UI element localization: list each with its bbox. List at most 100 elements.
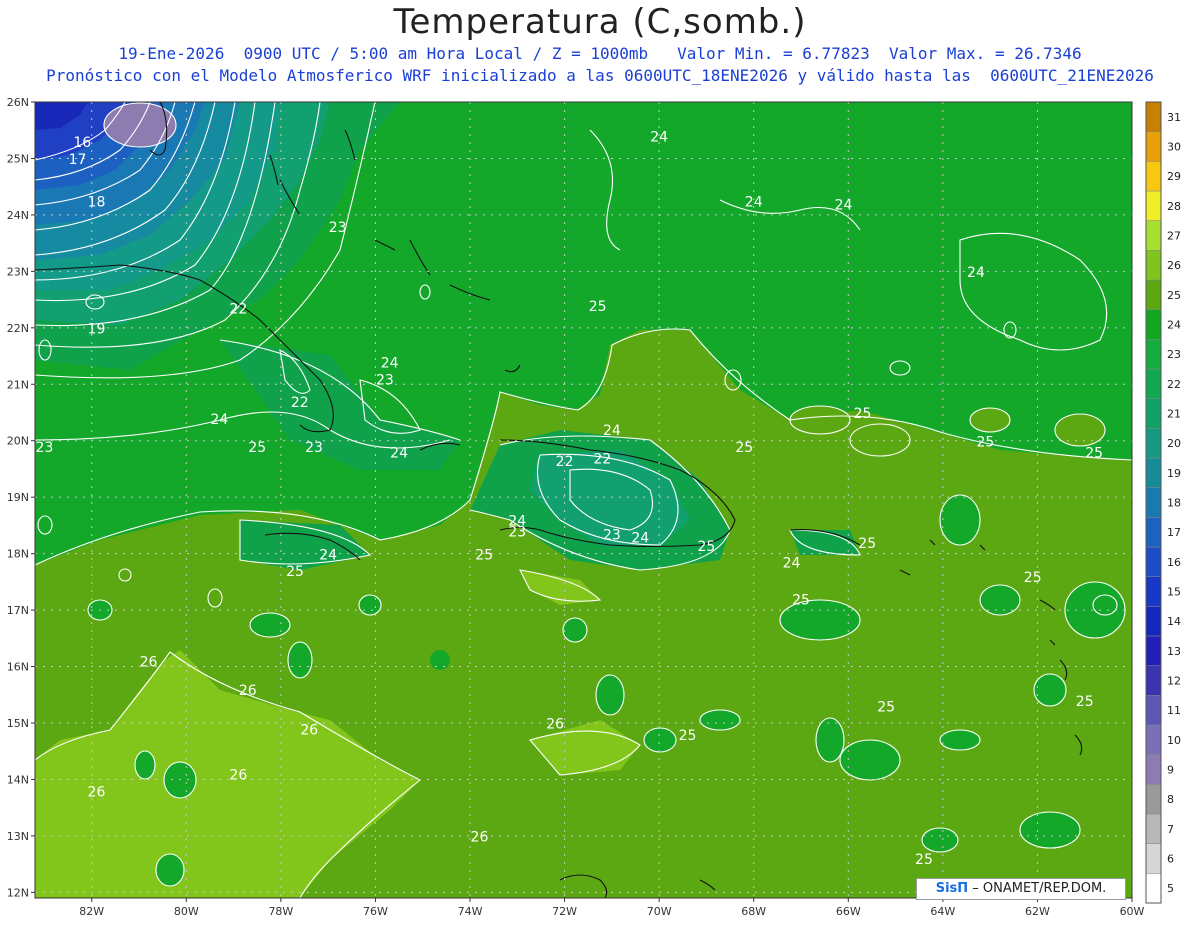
colorbar-label: 5 bbox=[1167, 882, 1174, 895]
contour-label: 24 bbox=[631, 530, 649, 546]
contour-label: 25 bbox=[977, 434, 995, 450]
lat-tick-label: 16N bbox=[7, 661, 29, 674]
colorbar-swatch bbox=[1145, 131, 1162, 162]
contour-label: 24 bbox=[967, 265, 985, 281]
colorbar-label: 19 bbox=[1167, 467, 1181, 480]
colorbar-swatch bbox=[1145, 695, 1162, 726]
colorbar-swatch bbox=[1145, 813, 1162, 844]
colorbar-swatch bbox=[1145, 428, 1162, 459]
lat-tick-label: 24N bbox=[7, 209, 29, 222]
lon-tick-label: 80W bbox=[174, 905, 199, 918]
colorbar-swatch bbox=[1145, 754, 1162, 785]
lon-tick-label: 68W bbox=[741, 905, 766, 918]
contour-label: 25 bbox=[854, 406, 872, 422]
contour-label: 24 bbox=[390, 446, 408, 462]
colorbar-label: 6 bbox=[1167, 853, 1174, 866]
contour-label: 25 bbox=[915, 852, 933, 868]
contour-label: 25 bbox=[589, 299, 607, 315]
lon-tick-label: 64W bbox=[930, 905, 955, 918]
colorbar-label: 21 bbox=[1167, 408, 1181, 421]
lon-tick-label: 82W bbox=[79, 905, 104, 918]
colorbar-swatch bbox=[1145, 339, 1162, 370]
colorbar-label: 25 bbox=[1167, 289, 1181, 302]
contour-label: 23 bbox=[376, 372, 394, 388]
colorbar-label: 22 bbox=[1167, 378, 1181, 391]
contour-label: 22 bbox=[229, 302, 247, 318]
colorbar-swatch bbox=[1145, 279, 1162, 310]
lat-tick-label: 19N bbox=[7, 491, 29, 504]
colorbar-swatch bbox=[1145, 457, 1162, 488]
colorbar-swatch bbox=[1145, 250, 1162, 281]
contour-label: 25 bbox=[475, 547, 493, 563]
colorbar-label: 26 bbox=[1167, 259, 1181, 272]
contour-label: 22 bbox=[556, 454, 574, 470]
credit-badge: SisΠ – ONAMET/REP.DOM. bbox=[916, 878, 1126, 900]
contour-label: 17 bbox=[69, 152, 87, 168]
lon-tick-label: 74W bbox=[458, 905, 483, 918]
contour-label: 23 bbox=[305, 440, 323, 456]
contour-label: 19 bbox=[88, 321, 106, 337]
lon-tick-label: 62W bbox=[1025, 905, 1050, 918]
contour-label: 26 bbox=[239, 683, 257, 699]
lat-tick-label: 21N bbox=[7, 378, 29, 391]
colorbar-label: 9 bbox=[1167, 764, 1174, 777]
contour-label: 25 bbox=[1085, 446, 1103, 462]
colorbar-swatch bbox=[1145, 309, 1162, 340]
colorbar-label: 27 bbox=[1167, 230, 1181, 243]
contour-label: 25 bbox=[858, 536, 876, 552]
lon-tick-label: 72W bbox=[552, 905, 577, 918]
lat-tick-label: 25N bbox=[7, 152, 29, 165]
colorbar-label: 11 bbox=[1167, 704, 1181, 717]
colorbar-swatch bbox=[1145, 101, 1162, 132]
contour-label: 25 bbox=[1024, 570, 1042, 586]
colorbar-swatch bbox=[1145, 784, 1162, 815]
colorbar-swatch bbox=[1145, 873, 1162, 904]
colorbar-label: 15 bbox=[1167, 586, 1181, 599]
lat-tick-label: 18N bbox=[7, 548, 29, 561]
temperature-map: 1617181922232223242425 2323 24242325242522… bbox=[7, 96, 1181, 918]
contour-label: 24 bbox=[783, 556, 801, 572]
colorbar-swatch bbox=[1145, 546, 1162, 577]
contour-label: 22 bbox=[291, 395, 309, 411]
colorbar-label: 18 bbox=[1167, 497, 1181, 510]
colorbar-swatch bbox=[1145, 220, 1162, 251]
contour-label: 26 bbox=[471, 830, 489, 846]
colorbar-label: 7 bbox=[1167, 823, 1174, 836]
lat-tick-label: 22N bbox=[7, 322, 29, 335]
contour-label: 24 bbox=[650, 130, 668, 146]
temperature-field bbox=[35, 102, 1132, 898]
contour-label: 26 bbox=[140, 655, 158, 671]
lon-tick-label: 78W bbox=[268, 905, 293, 918]
lat-tick-label: 15N bbox=[7, 717, 29, 730]
contour-label: 25 bbox=[1076, 694, 1094, 710]
colorbar-label: 28 bbox=[1167, 200, 1181, 213]
colorbar-swatch bbox=[1145, 724, 1162, 755]
colorbar-label: 14 bbox=[1167, 615, 1181, 628]
lat-tick-label: 14N bbox=[7, 773, 29, 786]
contour-label: 26 bbox=[300, 722, 318, 738]
credit-text: – ONAMET/REP.DOM. bbox=[968, 881, 1107, 896]
lat-tick-label: 17N bbox=[7, 604, 29, 617]
sispi-logo: SisΠ bbox=[935, 881, 969, 896]
colorbar-swatch bbox=[1145, 576, 1162, 607]
lon-tick-label: 76W bbox=[363, 905, 388, 918]
lon-tick-label: 70W bbox=[647, 905, 672, 918]
colorbar-label: 23 bbox=[1167, 348, 1181, 361]
contour-label: 25 bbox=[877, 700, 895, 716]
contour-label: 26 bbox=[229, 767, 247, 783]
lat-tick-label: 26N bbox=[7, 96, 29, 109]
lat-tick-label: 13N bbox=[7, 830, 29, 843]
colorbar-label: 10 bbox=[1167, 734, 1181, 747]
colorbar-label: 29 bbox=[1167, 170, 1181, 183]
contour-label: 26 bbox=[88, 784, 106, 800]
colorbar-swatch bbox=[1145, 517, 1162, 548]
colorbar-swatch bbox=[1145, 161, 1162, 192]
lat-tick-label: 20N bbox=[7, 435, 29, 448]
contour-label: 25 bbox=[698, 539, 716, 555]
colorbar-label: 31 bbox=[1167, 111, 1181, 124]
contour-label: 23 bbox=[36, 440, 54, 456]
contour-label: 24 bbox=[381, 355, 399, 371]
colorbar-label: 24 bbox=[1167, 319, 1181, 332]
contour-label: 24 bbox=[319, 547, 337, 563]
colorbar-swatch bbox=[1145, 843, 1162, 874]
